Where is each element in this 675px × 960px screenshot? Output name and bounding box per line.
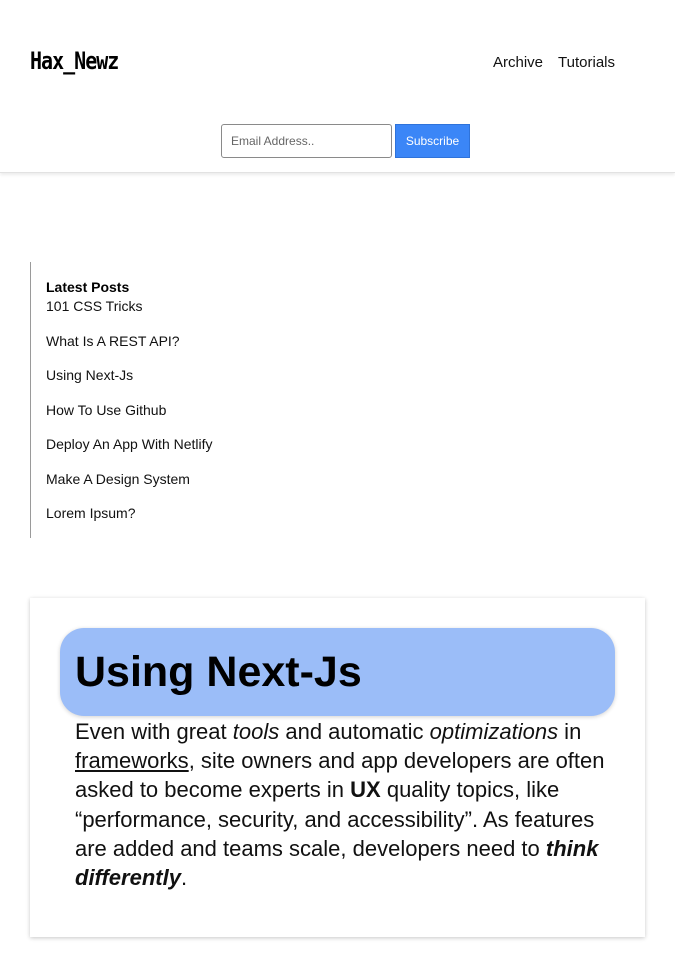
article-title: Using Next-Js	[75, 648, 362, 696]
subscribe-form: Subscribe	[221, 124, 470, 158]
article-body: Even with great tools and automatic opti…	[75, 717, 620, 892]
post-link[interactable]: Deploy An App With Netlify	[46, 435, 286, 453]
body-text-segment: Even with great	[75, 719, 233, 744]
post-link[interactable]: Make A Design System	[46, 470, 286, 488]
latest-posts-heading: Latest Posts	[46, 279, 130, 295]
subscribe-button[interactable]: Subscribe	[395, 124, 470, 158]
nav-link-tutorials[interactable]: Tutorials	[558, 54, 615, 71]
body-emphasis-optimizations: optimizations	[429, 719, 559, 744]
nav-link-archive[interactable]: Archive	[493, 54, 543, 71]
post-link[interactable]: What Is A REST API?	[46, 332, 286, 350]
main-nav: Archive Tutorials	[493, 54, 615, 71]
post-link[interactable]: 101 CSS Tricks	[46, 297, 286, 315]
body-text-segment: in	[558, 719, 582, 744]
site-header: Hax_Newz Archive Tutorials Subscribe	[0, 0, 675, 173]
site-logo[interactable]: Hax_Newz	[30, 46, 119, 75]
frameworks-link[interactable]: frameworks	[75, 748, 189, 773]
body-text-segment: and automatic	[279, 719, 430, 744]
article-title-banner: Using Next-Js	[60, 628, 615, 716]
post-link[interactable]: Using Next-Js	[46, 366, 286, 384]
body-strong-ux: UX	[350, 777, 381, 803]
article-card: Using Next-Js Even with great tools and …	[30, 598, 645, 937]
post-link[interactable]: Lorem Ipsum?	[46, 504, 286, 522]
body-text-segment: .	[180, 865, 188, 891]
body-emphasis-tools: tools	[232, 719, 280, 744]
email-input[interactable]	[221, 124, 392, 158]
latest-posts-list: 101 CSS Tricks What Is A REST API? Using…	[46, 297, 286, 522]
post-link[interactable]: How To Use Github	[46, 401, 286, 419]
latest-posts-sidebar: Latest Posts 101 CSS Tricks What Is A RE…	[30, 262, 286, 538]
